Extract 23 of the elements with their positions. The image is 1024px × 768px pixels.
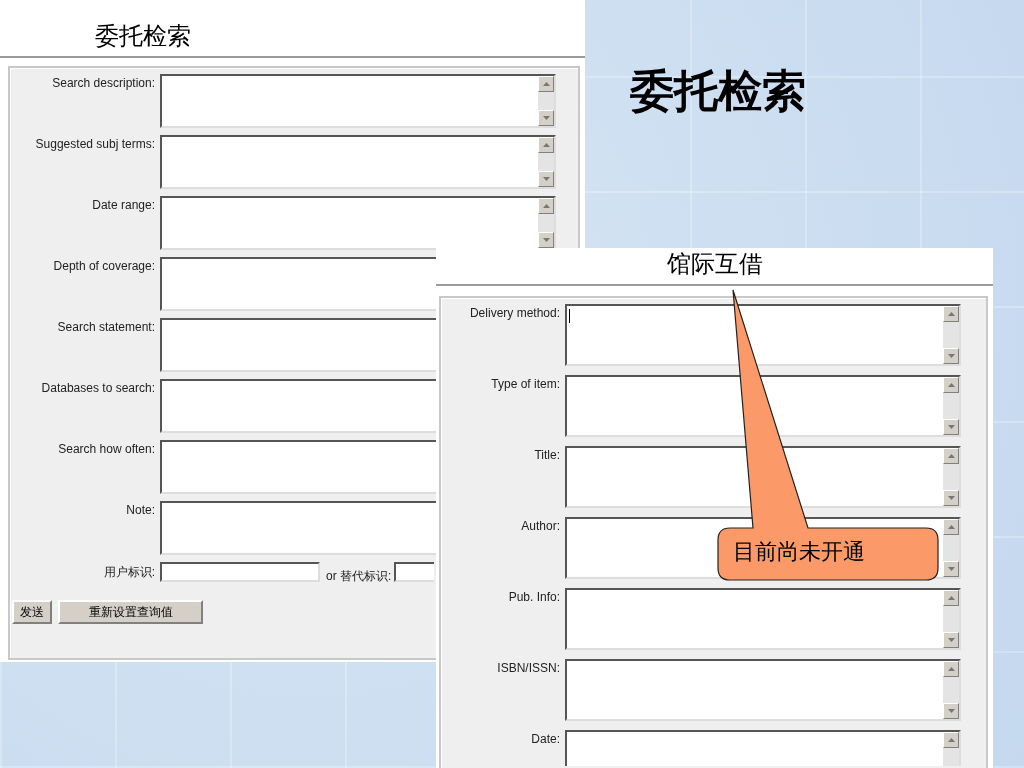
field-label: Search description: [51,75,156,92]
callout-text: 目前尚未开通 [733,538,865,566]
field-label: 用户标识: [102,564,156,581]
field-label: Databases to search: [40,380,156,397]
panel-title: 馆际互借 [666,249,763,280]
panel-title: 委托检索 [95,21,191,52]
field-label: Type of item: [490,376,561,393]
reset-button[interactable]: 重新设置查询值 [58,600,203,624]
send-button[interactable]: 发送 [12,600,52,624]
slide-title: 委托检索 [630,64,806,118]
field-label: Date: [530,731,561,748]
field-label: Search statement: [56,319,156,336]
field-label: Delivery method: [468,305,561,322]
field-label: Search how often: [57,441,156,458]
field-label: Pub. Info: [507,589,561,606]
field-label: Author: [520,518,561,535]
field-label: ISBN/ISSN: [496,660,561,677]
field-label: Title: [533,447,561,464]
field-label: or 替代标识: [325,568,393,585]
field-label: Note: [125,502,156,519]
field-label: Date range: [91,197,156,214]
field-label: Suggested subj terms: [34,136,156,153]
field-label: Depth of coverage: [52,258,156,275]
